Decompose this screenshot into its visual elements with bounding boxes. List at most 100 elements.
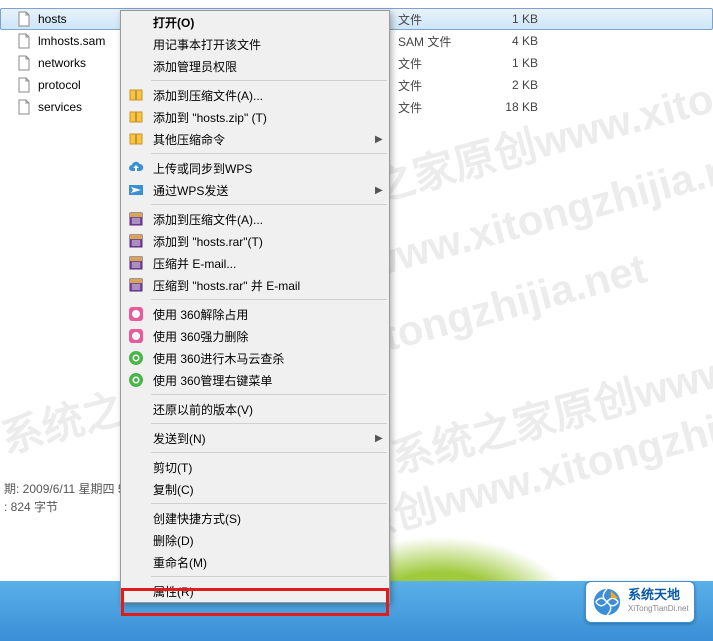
submenu-arrow-icon: ▶: [375, 134, 385, 145]
file-type: SAM 文件: [398, 33, 478, 50]
status-size: : 824 字节: [4, 498, 125, 516]
winrar-icon: [125, 230, 147, 252]
file-size: 1 KB: [478, 56, 538, 70]
file-icon: [16, 11, 32, 27]
zip-yellow-icon: [125, 128, 147, 150]
menu-separator: [151, 394, 387, 395]
blank-icon: [125, 33, 147, 55]
menu-item[interactable]: 使用 360强力删除: [121, 325, 389, 347]
menu-item[interactable]: 使用 360进行木马云查杀: [121, 347, 389, 369]
menu-label: 使用 360管理右键菜单: [147, 372, 385, 389]
menu-label: 其他压缩命令: [147, 131, 375, 148]
menu-separator: [151, 204, 387, 205]
menu-label: 添加到压缩文件(A)...: [147, 87, 385, 104]
blank-icon: [125, 551, 147, 573]
blank-icon: [125, 456, 147, 478]
menu-label: 使用 360进行木马云查杀: [147, 350, 385, 367]
menu-item[interactable]: 复制(C): [121, 478, 389, 500]
file-size: 18 KB: [478, 100, 538, 114]
status-bar: 期: 2009/6/11 星期四 5 : 824 字节: [4, 480, 125, 516]
menu-item[interactable]: 上传或同步到WPS: [121, 157, 389, 179]
menu-item[interactable]: 添加管理员权限: [121, 55, 389, 77]
submenu-arrow-icon: ▶: [375, 185, 385, 196]
menu-item[interactable]: 使用 360解除占用: [121, 303, 389, 325]
menu-label: 添加到 "hosts.zip" (T): [147, 109, 385, 126]
menu-item[interactable]: 删除(D): [121, 529, 389, 551]
menu-label: 复制(C): [147, 481, 385, 498]
menu-item[interactable]: 打开(O): [121, 11, 389, 33]
menu-item[interactable]: 重命名(M): [121, 551, 389, 573]
menu-label: 创建快捷方式(S): [147, 510, 385, 527]
menu-label: 上传或同步到WPS: [147, 160, 385, 177]
menu-item[interactable]: 发送到(N)▶: [121, 427, 389, 449]
menu-item[interactable]: 添加到 "hosts.rar"(T): [121, 230, 389, 252]
menu-separator: [151, 299, 387, 300]
menu-label: 压缩并 E-mail...: [147, 255, 385, 272]
blank-icon: [125, 398, 147, 420]
file-type: 文件: [398, 77, 478, 94]
menu-separator: [151, 153, 387, 154]
menu-label: 压缩到 "hosts.rar" 并 E-mail: [147, 277, 385, 294]
cloud-up-icon: [125, 157, 147, 179]
wps-send-icon: [125, 179, 147, 201]
zip-yellow-icon: [125, 84, 147, 106]
360-pink-icon: [125, 303, 147, 325]
watermark: 系统之家原创www.xitongzhijia.net: [383, 255, 713, 486]
file-type: 文件: [398, 55, 478, 72]
menu-separator: [151, 80, 387, 81]
blank-icon: [125, 529, 147, 551]
blank-icon: [125, 11, 147, 33]
file-icon: [16, 55, 32, 71]
menu-label: 使用 360解除占用: [147, 306, 385, 323]
menu-item[interactable]: 添加到压缩文件(A)...: [121, 84, 389, 106]
menu-item[interactable]: 其他压缩命令▶: [121, 128, 389, 150]
menu-item[interactable]: 压缩并 E-mail...: [121, 252, 389, 274]
menu-label: 添加到 "hosts.rar"(T): [147, 233, 385, 250]
blank-icon: [125, 427, 147, 449]
globe-icon: [592, 587, 622, 617]
360-pink-icon: [125, 325, 147, 347]
menu-label: 属性(R): [147, 583, 385, 600]
menu-separator: [151, 576, 387, 577]
blank-icon: [125, 55, 147, 77]
winrar-icon: [125, 208, 147, 230]
blank-icon: [125, 478, 147, 500]
menu-separator: [151, 452, 387, 453]
blank-icon: [125, 507, 147, 529]
menu-item[interactable]: 通过WPS发送▶: [121, 179, 389, 201]
menu-label: 发送到(N): [147, 430, 375, 447]
menu-label: 还原以前的版本(V): [147, 401, 385, 418]
winrar-icon: [125, 252, 147, 274]
menu-label: 剪切(T): [147, 459, 385, 476]
zip-yellow-icon: [125, 106, 147, 128]
blank-icon: [125, 580, 147, 602]
menu-item[interactable]: 属性(R): [121, 580, 389, 602]
menu-separator: [151, 423, 387, 424]
menu-label: 使用 360强力删除: [147, 328, 385, 345]
context-menu: 打开(O) 用记事本打开该文件添加管理员权限添加到压缩文件(A)... 添加到 "h…: [120, 10, 390, 603]
menu-item[interactable]: 还原以前的版本(V): [121, 398, 389, 420]
file-type: 文件: [398, 11, 478, 28]
menu-label: 重命名(M): [147, 554, 385, 571]
file-icon: [16, 99, 32, 115]
menu-label: 打开(O): [147, 14, 385, 31]
menu-item[interactable]: 添加到压缩文件(A)...: [121, 208, 389, 230]
file-size: 4 KB: [478, 34, 538, 48]
menu-item[interactable]: 添加到 "hosts.zip" (T): [121, 106, 389, 128]
menu-item[interactable]: 压缩到 "hosts.rar" 并 E-mail: [121, 274, 389, 296]
file-icon: [16, 77, 32, 93]
file-size: 1 KB: [478, 12, 538, 26]
menu-item[interactable]: 用记事本打开该文件: [121, 33, 389, 55]
menu-label: 删除(D): [147, 532, 385, 549]
file-type: 文件: [398, 99, 478, 116]
menu-label: 用记事本打开该文件: [147, 36, 385, 53]
file-size: 2 KB: [478, 78, 538, 92]
menu-item[interactable]: 使用 360管理右键菜单: [121, 369, 389, 391]
menu-item[interactable]: 剪切(T): [121, 456, 389, 478]
menu-item[interactable]: 创建快捷方式(S): [121, 507, 389, 529]
menu-label: 添加管理员权限: [147, 58, 385, 75]
site-logo: 系统天地 XiTongTianDi.net: [585, 581, 695, 623]
menu-label: 通过WPS发送: [147, 182, 375, 199]
winrar-icon: [125, 274, 147, 296]
menu-label: 添加到压缩文件(A)...: [147, 211, 385, 228]
